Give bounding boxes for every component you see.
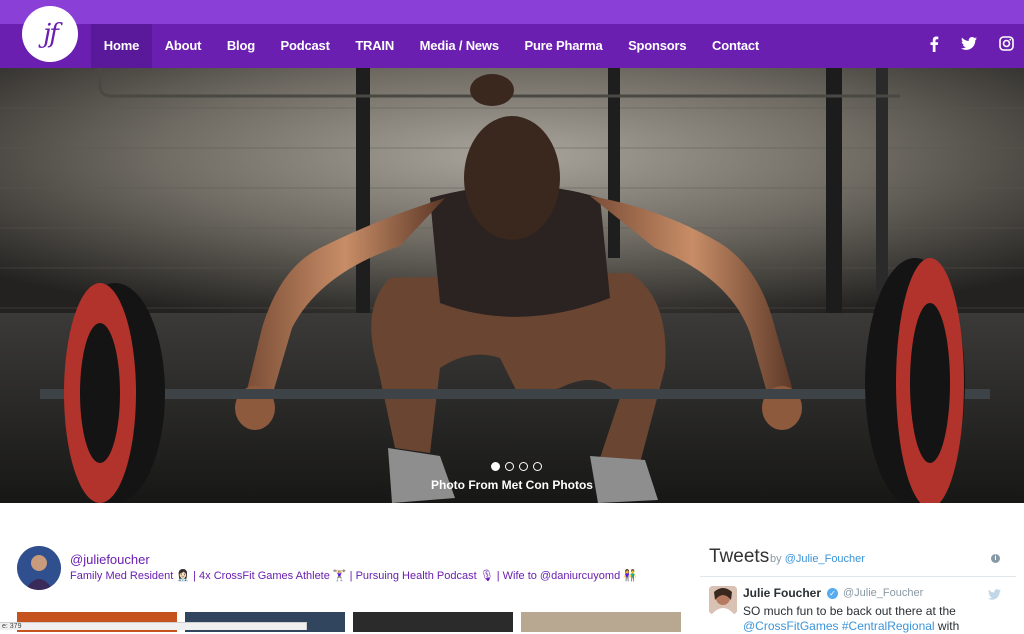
nav-podcast[interactable]: Podcast: [268, 24, 343, 68]
main-nav: Home About Blog Podcast TRAIN Media / Ne…: [91, 24, 772, 68]
tweet-author-handle[interactable]: @Julie_Foucher: [843, 587, 923, 599]
tweet-author-avatar[interactable]: [709, 586, 737, 614]
tweets-by-handle[interactable]: @Julie_Foucher: [785, 553, 865, 565]
tweets-by: by @Julie_Foucher: [770, 553, 865, 565]
tweet-text-main: SO much fun to be back out there at the: [743, 604, 956, 618]
tweet-text-after: with: [934, 619, 960, 633]
divider: [700, 576, 1016, 577]
verified-icon: ✓: [827, 588, 838, 599]
slide-dot-1[interactable]: [491, 462, 500, 471]
slide-dot-3[interactable]: [519, 462, 528, 471]
hero-photo: [0, 68, 1024, 503]
instagram-icon[interactable]: [999, 36, 1014, 56]
nav-train[interactable]: TRAIN: [343, 24, 407, 68]
info-icon[interactable]: i: [991, 554, 1000, 563]
instagram-bio: Family Med Resident 👩🏻‍⚕️ | 4x CrossFit …: [70, 570, 637, 582]
tweets-by-prefix: by: [770, 553, 782, 565]
instagram-handle[interactable]: @juliefoucher: [70, 552, 150, 567]
hero-caption: Photo From Met Con Photos: [431, 478, 593, 492]
nav-blog[interactable]: Blog: [214, 24, 268, 68]
twitter-icon[interactable]: [961, 37, 977, 55]
browser-status-bar: e: 379: [0, 622, 307, 630]
nav-about[interactable]: About: [152, 24, 214, 68]
facebook-icon[interactable]: [929, 36, 939, 57]
instagram-thumb[interactable]: [353, 612, 513, 632]
instagram-avatar[interactable]: [17, 546, 61, 590]
social-links: [929, 24, 1014, 68]
nav-contact[interactable]: Contact: [699, 24, 772, 68]
top-accent-strip: [0, 0, 1024, 24]
site-logo[interactable]: jf: [22, 6, 78, 62]
tweet-author-name[interactable]: Julie Foucher: [743, 586, 821, 600]
slide-indicator: [491, 462, 542, 471]
nav-media-news[interactable]: Media / News: [407, 24, 512, 68]
nav-home[interactable]: Home: [91, 24, 152, 68]
logo-text: jf: [43, 19, 59, 49]
tweets-title: Tweets: [709, 546, 770, 567]
slide-dot-4[interactable]: [533, 462, 542, 471]
hero-slider[interactable]: [0, 68, 1024, 503]
nav-sponsors[interactable]: Sponsors: [615, 24, 699, 68]
twitter-bird-icon[interactable]: [988, 587, 1001, 605]
nav-pure-pharma[interactable]: Pure Pharma: [512, 24, 616, 68]
slide-dot-2[interactable]: [505, 462, 514, 471]
instagram-thumb[interactable]: [521, 612, 681, 632]
tweet-link[interactable]: @CrossFitGames #CentralRegional: [743, 619, 935, 633]
